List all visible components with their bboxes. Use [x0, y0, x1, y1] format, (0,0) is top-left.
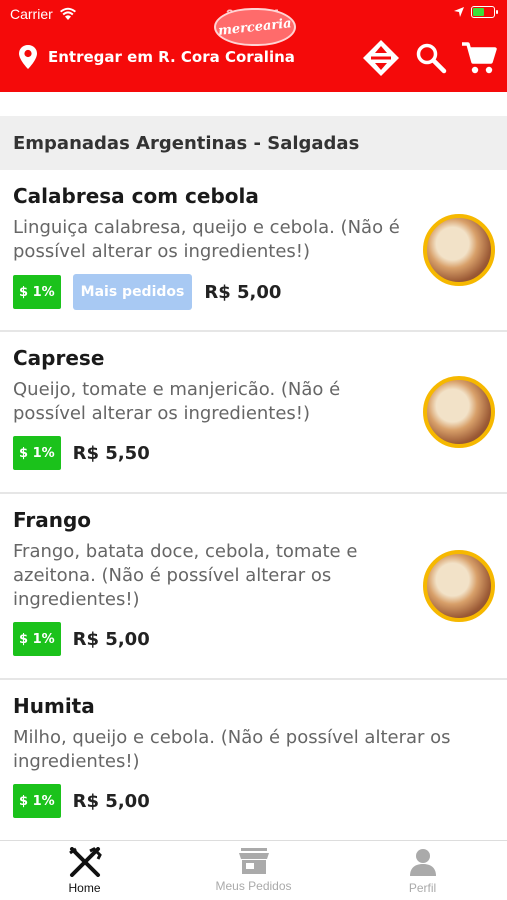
search-icon[interactable] [415, 42, 447, 74]
cashback-badge: $ 1% [13, 436, 61, 470]
product-title: Caprese [13, 346, 105, 370]
popular-badge: Mais pedidos [72, 274, 193, 310]
product-price: R$ 5,00 [72, 790, 150, 812]
person-icon [409, 849, 436, 876]
cart-icon[interactable] [461, 41, 497, 75]
tab-home[interactable]: Home [0, 841, 169, 900]
tab-meus-pedidos[interactable]: Meus Pedidos [169, 841, 338, 900]
carrier-label: Carrier [10, 6, 53, 22]
category-header: Empanadas Argentinas - Salgadas [0, 116, 507, 170]
tab-home-label: Home [68, 881, 101, 895]
delivery-address[interactable]: Entregar em R. Cora Coralina [18, 44, 295, 70]
product-meta: $ 1% R$ 5,50 [13, 436, 494, 470]
product-price: R$ 5,00 [204, 281, 282, 303]
product-description: Milho, queijo e cebola. (Não é possível … [13, 727, 451, 772]
product-image [423, 550, 495, 622]
tab-perfil-label: Perfil [408, 881, 437, 895]
product-title: Humita [13, 694, 95, 718]
product-meta: $ 1% R$ 5,00 [13, 784, 494, 818]
product-item[interactable]: Humita Milho, queijo e cebola. (Não é po… [0, 680, 507, 840]
product-price: R$ 5,50 [72, 442, 150, 464]
product-item[interactable]: Calabresa com cebola Linguiça calabresa,… [0, 170, 507, 332]
product-item[interactable]: Frango Frango, batata doce, cebola, toma… [0, 494, 507, 680]
category-title: Empanadas Argentinas - Salgadas [13, 132, 360, 154]
product-description: Queijo, tomate e manjericão. (Não é poss… [13, 379, 341, 424]
product-meta: $ 1% Mais pedidos R$ 5,00 [13, 274, 494, 310]
fork-knife-icon [68, 847, 102, 877]
tab-bar: Home Meus Pedidos Perfil [0, 840, 507, 900]
product-meta: $ 1% R$ 5,00 [13, 622, 494, 656]
logo[interactable]: mercearia [214, 8, 296, 46]
cashback-badge: $ 1% [13, 275, 61, 309]
product-image [423, 214, 495, 286]
product-item[interactable]: Caprese Queijo, tomate e manjericão. (Nã… [0, 332, 507, 494]
location-arrow-icon [454, 7, 464, 17]
delivery-address-label: Entregar em R. Cora Coralina [48, 48, 295, 66]
product-list: Calabresa com cebola Linguiça calabresa,… [0, 170, 507, 840]
header-actions [361, 38, 497, 78]
product-description: Frango, batata doce, cebola, tomate e az… [13, 541, 358, 610]
app-header: Carrier 2:18 PM mercearia Entregar em R.… [0, 0, 507, 92]
sort-icon[interactable] [361, 38, 401, 78]
cashback-badge: $ 1% [13, 784, 61, 818]
tab-perfil[interactable]: Perfil [338, 841, 507, 900]
product-title: Calabresa com cebola [13, 184, 259, 208]
product-description: Linguiça calabresa, queijo e cebola. (Nã… [13, 217, 400, 262]
product-price: R$ 5,00 [72, 628, 150, 650]
wifi-icon [59, 7, 76, 20]
status-right [453, 6, 498, 18]
tab-meus-pedidos-label: Meus Pedidos [215, 879, 292, 893]
logo-text: mercearia [217, 15, 293, 39]
location-pin-icon [19, 45, 37, 69]
store-icon [238, 848, 269, 874]
battery-icon [471, 6, 498, 18]
cashback-badge: $ 1% [13, 622, 61, 656]
carrier: Carrier [10, 6, 77, 22]
product-image [423, 376, 495, 448]
product-title: Frango [13, 508, 92, 532]
